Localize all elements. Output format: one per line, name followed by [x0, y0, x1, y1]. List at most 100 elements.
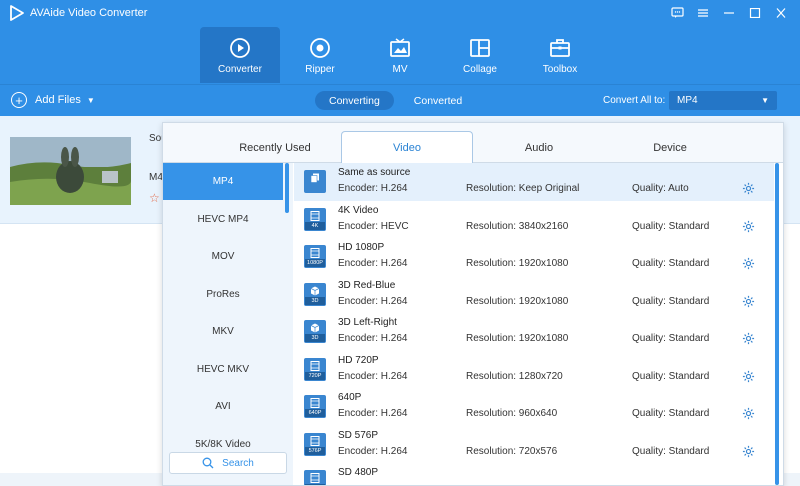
converter-icon — [230, 38, 250, 58]
category-mkv[interactable]: MKV — [163, 313, 283, 350]
tab-converting[interactable]: Converting — [315, 91, 394, 110]
category-scrollbar[interactable] — [285, 163, 289, 213]
format-film-icon: 720P — [304, 357, 326, 381]
category-prores[interactable]: ProRes — [163, 276, 283, 313]
format-encoder: Encoder: H.264 — [338, 333, 408, 344]
format-tag: 3D — [305, 296, 325, 305]
format-quality: Quality: Auto — [632, 183, 689, 194]
format-quality: Quality: Standard — [632, 370, 710, 382]
window-controls — [666, 5, 792, 21]
format-encoder: Encoder: H.264 — [338, 408, 408, 419]
format-name: 4K Video — [338, 204, 379, 216]
maximize-icon[interactable] — [744, 5, 766, 21]
format-encoder: Encoder: H.264 — [338, 258, 408, 269]
collage-icon — [470, 39, 490, 57]
format-quality: Quality: Standard — [632, 258, 710, 269]
format-name: 3D Left-Right — [338, 317, 397, 328]
format-encoder: Encoder: H.264 — [338, 445, 408, 457]
feedback-icon[interactable] — [666, 5, 688, 21]
format-resolution: Resolution: 1280x720 — [466, 370, 563, 382]
gear-icon[interactable] — [742, 295, 755, 308]
format-encoder: Encoder: H.264 — [338, 295, 408, 307]
format-row[interactable]: 640P 640P Encoder: H.264 Resolution: 960x64… — [294, 388, 774, 426]
format-encoder: Encoder: HEVC — [338, 220, 409, 232]
gear-icon[interactable] — [742, 257, 755, 270]
category-hevc-mkv[interactable]: HEVC MKV — [163, 351, 283, 388]
format-row[interactable]: 1080P HD 1080P Encoder: H.264 Resolution: 1… — [294, 238, 774, 276]
close-icon[interactable] — [770, 5, 792, 21]
tab-audio[interactable]: Audio — [475, 133, 603, 163]
format-row[interactable]: Same as source Encoder: H.264 Resolution: … — [294, 163, 774, 201]
format-film-icon: 640P — [304, 395, 326, 418]
minimize-icon[interactable] — [718, 5, 740, 21]
menu-icon[interactable] — [692, 5, 714, 21]
format-row[interactable]: 3D 3D Left-Right Encoder: H.264 Resolution:… — [294, 313, 774, 351]
nav-collage[interactable]: Collage — [440, 27, 520, 83]
chevron-down-icon: ▼ — [761, 96, 769, 105]
tab-recently-used[interactable]: Recently Used — [211, 133, 339, 163]
category-mov[interactable]: MOV — [163, 238, 283, 275]
format-resolution: Resolution: 1920x1080 — [466, 333, 569, 344]
gear-icon[interactable] — [742, 445, 755, 458]
format-cube-icon: 3D — [304, 320, 326, 343]
add-files-button[interactable]: + Add Files ▼ — [11, 92, 95, 108]
format-tag: 4K — [305, 221, 325, 230]
gear-icon[interactable] — [742, 332, 755, 345]
toolbox-icon — [550, 39, 570, 57]
format-row[interactable]: 480P SD 480P — [294, 463, 774, 485]
nav-mv[interactable]: MV — [360, 27, 440, 83]
format-quality: Quality: Standard — [632, 445, 710, 457]
format-name: HD 1080P — [338, 242, 385, 253]
format-tag: 720P — [305, 371, 325, 380]
format-quality: Quality: Standard — [632, 220, 710, 232]
format-tag: 576P — [305, 446, 325, 455]
title-bar: AVAide Video Converter Converter Ripper … — [0, 0, 800, 84]
gear-icon[interactable] — [742, 407, 755, 420]
format-tag: 3D — [305, 334, 325, 342]
nav-ripper[interactable]: Ripper — [280, 27, 360, 83]
nav-converter-label: Converter — [218, 64, 262, 75]
tab-video[interactable]: Video — [341, 131, 473, 164]
format-tag: 1080P — [305, 259, 325, 267]
category-mp4[interactable]: MP4 — [163, 163, 283, 200]
format-quality: Quality: Standard — [632, 333, 710, 344]
format-category-list: MP4 HEVC MP4 MOV ProRes MKV HEVC MKV AVI… — [163, 163, 293, 485]
convert-all-select[interactable]: MP4 ▼ — [669, 91, 777, 110]
format-film-icon: 576P — [304, 432, 326, 456]
nav-ripper-label: Ripper — [305, 64, 335, 75]
star-icon[interactable]: ☆ — [149, 191, 160, 205]
category-hevc-mp4[interactable]: HEVC MP4 — [163, 201, 283, 238]
format-row[interactable]: 4K 4K Video Encoder: HEVC Resolution: 3840x… — [294, 201, 774, 239]
format-row[interactable]: 3D 3D Red-Blue Encoder: H.264 Resolution: 1… — [294, 276, 774, 314]
video-thumbnail[interactable] — [10, 137, 131, 205]
format-name: SD 576P — [338, 429, 379, 441]
category-avi[interactable]: AVI — [163, 388, 283, 425]
format-row[interactable]: 720P HD 720P Encoder: H.264 Resolution: 128… — [294, 351, 774, 389]
format-resolution: Resolution: Keep Original — [466, 183, 580, 194]
format-resolution: Resolution: 1920x1080 — [466, 295, 569, 307]
tab-device[interactable]: Device — [605, 133, 735, 163]
format-resolution: Resolution: 720x576 — [466, 445, 558, 457]
gear-icon[interactable] — [742, 370, 755, 383]
gear-icon[interactable] — [742, 182, 755, 195]
status-tabs: Converting Converted — [315, 91, 482, 110]
format-quality: Quality: Standard — [632, 295, 710, 307]
format-list-scrollbar[interactable] — [775, 163, 779, 485]
add-files-label: Add Files — [35, 94, 81, 106]
tab-converted[interactable]: Converted — [400, 91, 476, 110]
nav-toolbox[interactable]: Toolbox — [520, 27, 600, 83]
app-title: AVAide Video Converter — [30, 7, 148, 19]
format-film-icon: 4K — [304, 207, 326, 231]
ripper-icon — [310, 38, 330, 58]
chevron-down-icon: ▼ — [86, 95, 95, 105]
nav-converter[interactable]: Converter — [200, 27, 280, 83]
search-placeholder: Search — [222, 457, 254, 469]
gear-icon[interactable] — [742, 220, 755, 233]
nav-toolbox-label: Toolbox — [542, 64, 578, 75]
search-icon — [202, 457, 214, 469]
format-row[interactable]: 576P SD 576P Encoder: H.264 Resolution: 720… — [294, 426, 774, 464]
format-name: HD 720P — [338, 354, 379, 366]
nav-mv-label: MV — [392, 64, 408, 75]
converter-toolbar: + Add Files ▼ Converting Converted Conve… — [0, 84, 800, 116]
format-search-input[interactable]: Search — [169, 452, 287, 474]
